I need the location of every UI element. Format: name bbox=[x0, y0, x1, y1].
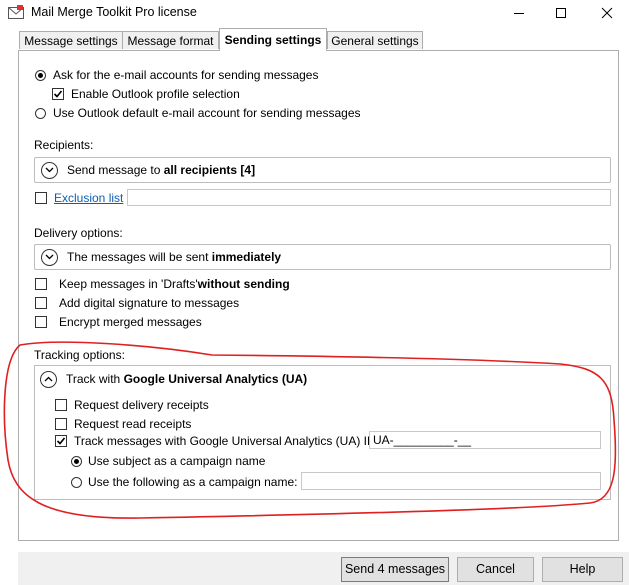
tracking-summary-bold: Google Universal Analytics (UA) bbox=[123, 372, 308, 386]
checkbox[interactable] bbox=[35, 316, 47, 328]
encrypt-label: Encrypt merged messages bbox=[59, 315, 202, 329]
minimize-icon bbox=[514, 13, 524, 14]
maximize-icon bbox=[556, 8, 566, 18]
ua-id-field[interactable]: UA-_________-__ bbox=[369, 431, 601, 449]
keep-drafts-prefix: Keep messages in 'Drafts' bbox=[59, 277, 198, 291]
tab-message-settings[interactable]: Message settings bbox=[19, 31, 123, 49]
ask-accounts-label: Ask for the e-mail accounts for sending … bbox=[53, 68, 319, 82]
delivery-expander[interactable]: The messages will be sent immediately bbox=[34, 244, 611, 270]
radio-button[interactable] bbox=[71, 455, 82, 467]
recipients-summary-bold: all recipients [4] bbox=[163, 163, 256, 177]
use-default-option[interactable]: Use Outlook default e-mail account for s… bbox=[35, 106, 361, 120]
send-messages-button[interactable]: Send 4 messages bbox=[341, 557, 449, 582]
close-icon bbox=[601, 7, 613, 19]
ask-accounts-option[interactable]: Ask for the e-mail accounts for sending … bbox=[35, 68, 318, 82]
recipients-heading: Recipients: bbox=[34, 138, 94, 152]
tracking-summary-prefix: Track with bbox=[66, 372, 124, 386]
enable-profile-label: Enable Outlook profile selection bbox=[71, 87, 240, 101]
campaign-name-field[interactable] bbox=[301, 472, 601, 490]
keep-drafts-option[interactable]: Keep messages in 'Drafts' without sendin… bbox=[35, 277, 290, 291]
delivery-receipts-option[interactable]: Request delivery receipts bbox=[55, 398, 209, 412]
digital-signature-label: Add digital signature to messages bbox=[59, 296, 240, 310]
checkbox[interactable] bbox=[35, 297, 47, 309]
tab-message-format[interactable]: Message format bbox=[122, 31, 219, 49]
track-ua-label: Track messages with Google Universal Ana… bbox=[74, 434, 376, 448]
read-receipts-option[interactable]: Request read receipts bbox=[55, 417, 191, 431]
keep-drafts-bold: without sending bbox=[197, 277, 290, 291]
cancel-button[interactable]: Cancel bbox=[457, 557, 534, 582]
exclusion-list-link[interactable]: Exclusion list bbox=[54, 191, 123, 205]
read-receipts-label: Request read receipts bbox=[74, 417, 192, 431]
button-bar bbox=[18, 552, 629, 585]
exclusion-option[interactable]: Exclusion list bbox=[35, 191, 123, 205]
help-button[interactable]: Help bbox=[542, 557, 623, 582]
delivery-receipts-label: Request delivery receipts bbox=[74, 398, 209, 412]
maximize-button[interactable] bbox=[539, 0, 583, 26]
encrypt-option[interactable]: Encrypt merged messages bbox=[35, 315, 202, 329]
close-button[interactable] bbox=[585, 0, 629, 26]
tracking-expander[interactable]: Track with Google Universal Analytics (U… bbox=[34, 365, 611, 393]
use-subject-label: Use subject as a campaign name bbox=[88, 454, 266, 468]
checkbox[interactable] bbox=[55, 435, 67, 447]
use-default-label: Use Outlook default e-mail account for s… bbox=[53, 106, 361, 120]
checkbox[interactable] bbox=[55, 399, 67, 411]
exclusion-list-field[interactable] bbox=[127, 189, 611, 206]
use-subject-option[interactable]: Use subject as a campaign name bbox=[71, 454, 265, 468]
tracking-heading: Tracking options: bbox=[34, 348, 125, 362]
delivery-summary-prefix: The messages will be sent bbox=[67, 250, 212, 264]
checkmark-icon bbox=[53, 90, 63, 98]
recipients-summary-prefix: Send message to bbox=[67, 163, 164, 177]
enable-profile-option[interactable]: Enable Outlook profile selection bbox=[52, 87, 240, 101]
delivery-heading: Delivery options: bbox=[34, 226, 123, 240]
window-title: Mail Merge Toolkit Pro license bbox=[31, 5, 197, 19]
chevron-down-icon[interactable] bbox=[41, 161, 58, 179]
tab-general-settings[interactable]: General settings bbox=[327, 31, 423, 49]
checkbox[interactable] bbox=[35, 192, 47, 204]
radio-button[interactable] bbox=[35, 107, 46, 119]
radio-button[interactable] bbox=[71, 476, 82, 488]
minimize-button[interactable] bbox=[497, 0, 541, 26]
tab-sending-settings[interactable]: Sending settings bbox=[219, 28, 327, 51]
checkmark-icon bbox=[56, 437, 66, 445]
digital-signature-option[interactable]: Add digital signature to messages bbox=[35, 296, 239, 310]
chevron-up-icon[interactable] bbox=[40, 370, 57, 388]
recipients-expander[interactable]: Send message to all recipients [4] bbox=[34, 157, 611, 183]
envelope-app-icon bbox=[8, 5, 24, 20]
use-following-label: Use the following as a campaign name: bbox=[88, 475, 298, 489]
track-ua-option[interactable]: Track messages with Google Universal Ana… bbox=[55, 434, 376, 448]
chevron-down-icon[interactable] bbox=[41, 248, 58, 266]
checkbox[interactable] bbox=[55, 418, 67, 430]
use-following-option[interactable]: Use the following as a campaign name: bbox=[71, 475, 297, 489]
checkbox[interactable] bbox=[52, 88, 64, 100]
checkbox[interactable] bbox=[35, 278, 47, 290]
delivery-summary-bold: immediately bbox=[211, 250, 282, 264]
radio-button[interactable] bbox=[35, 69, 46, 81]
